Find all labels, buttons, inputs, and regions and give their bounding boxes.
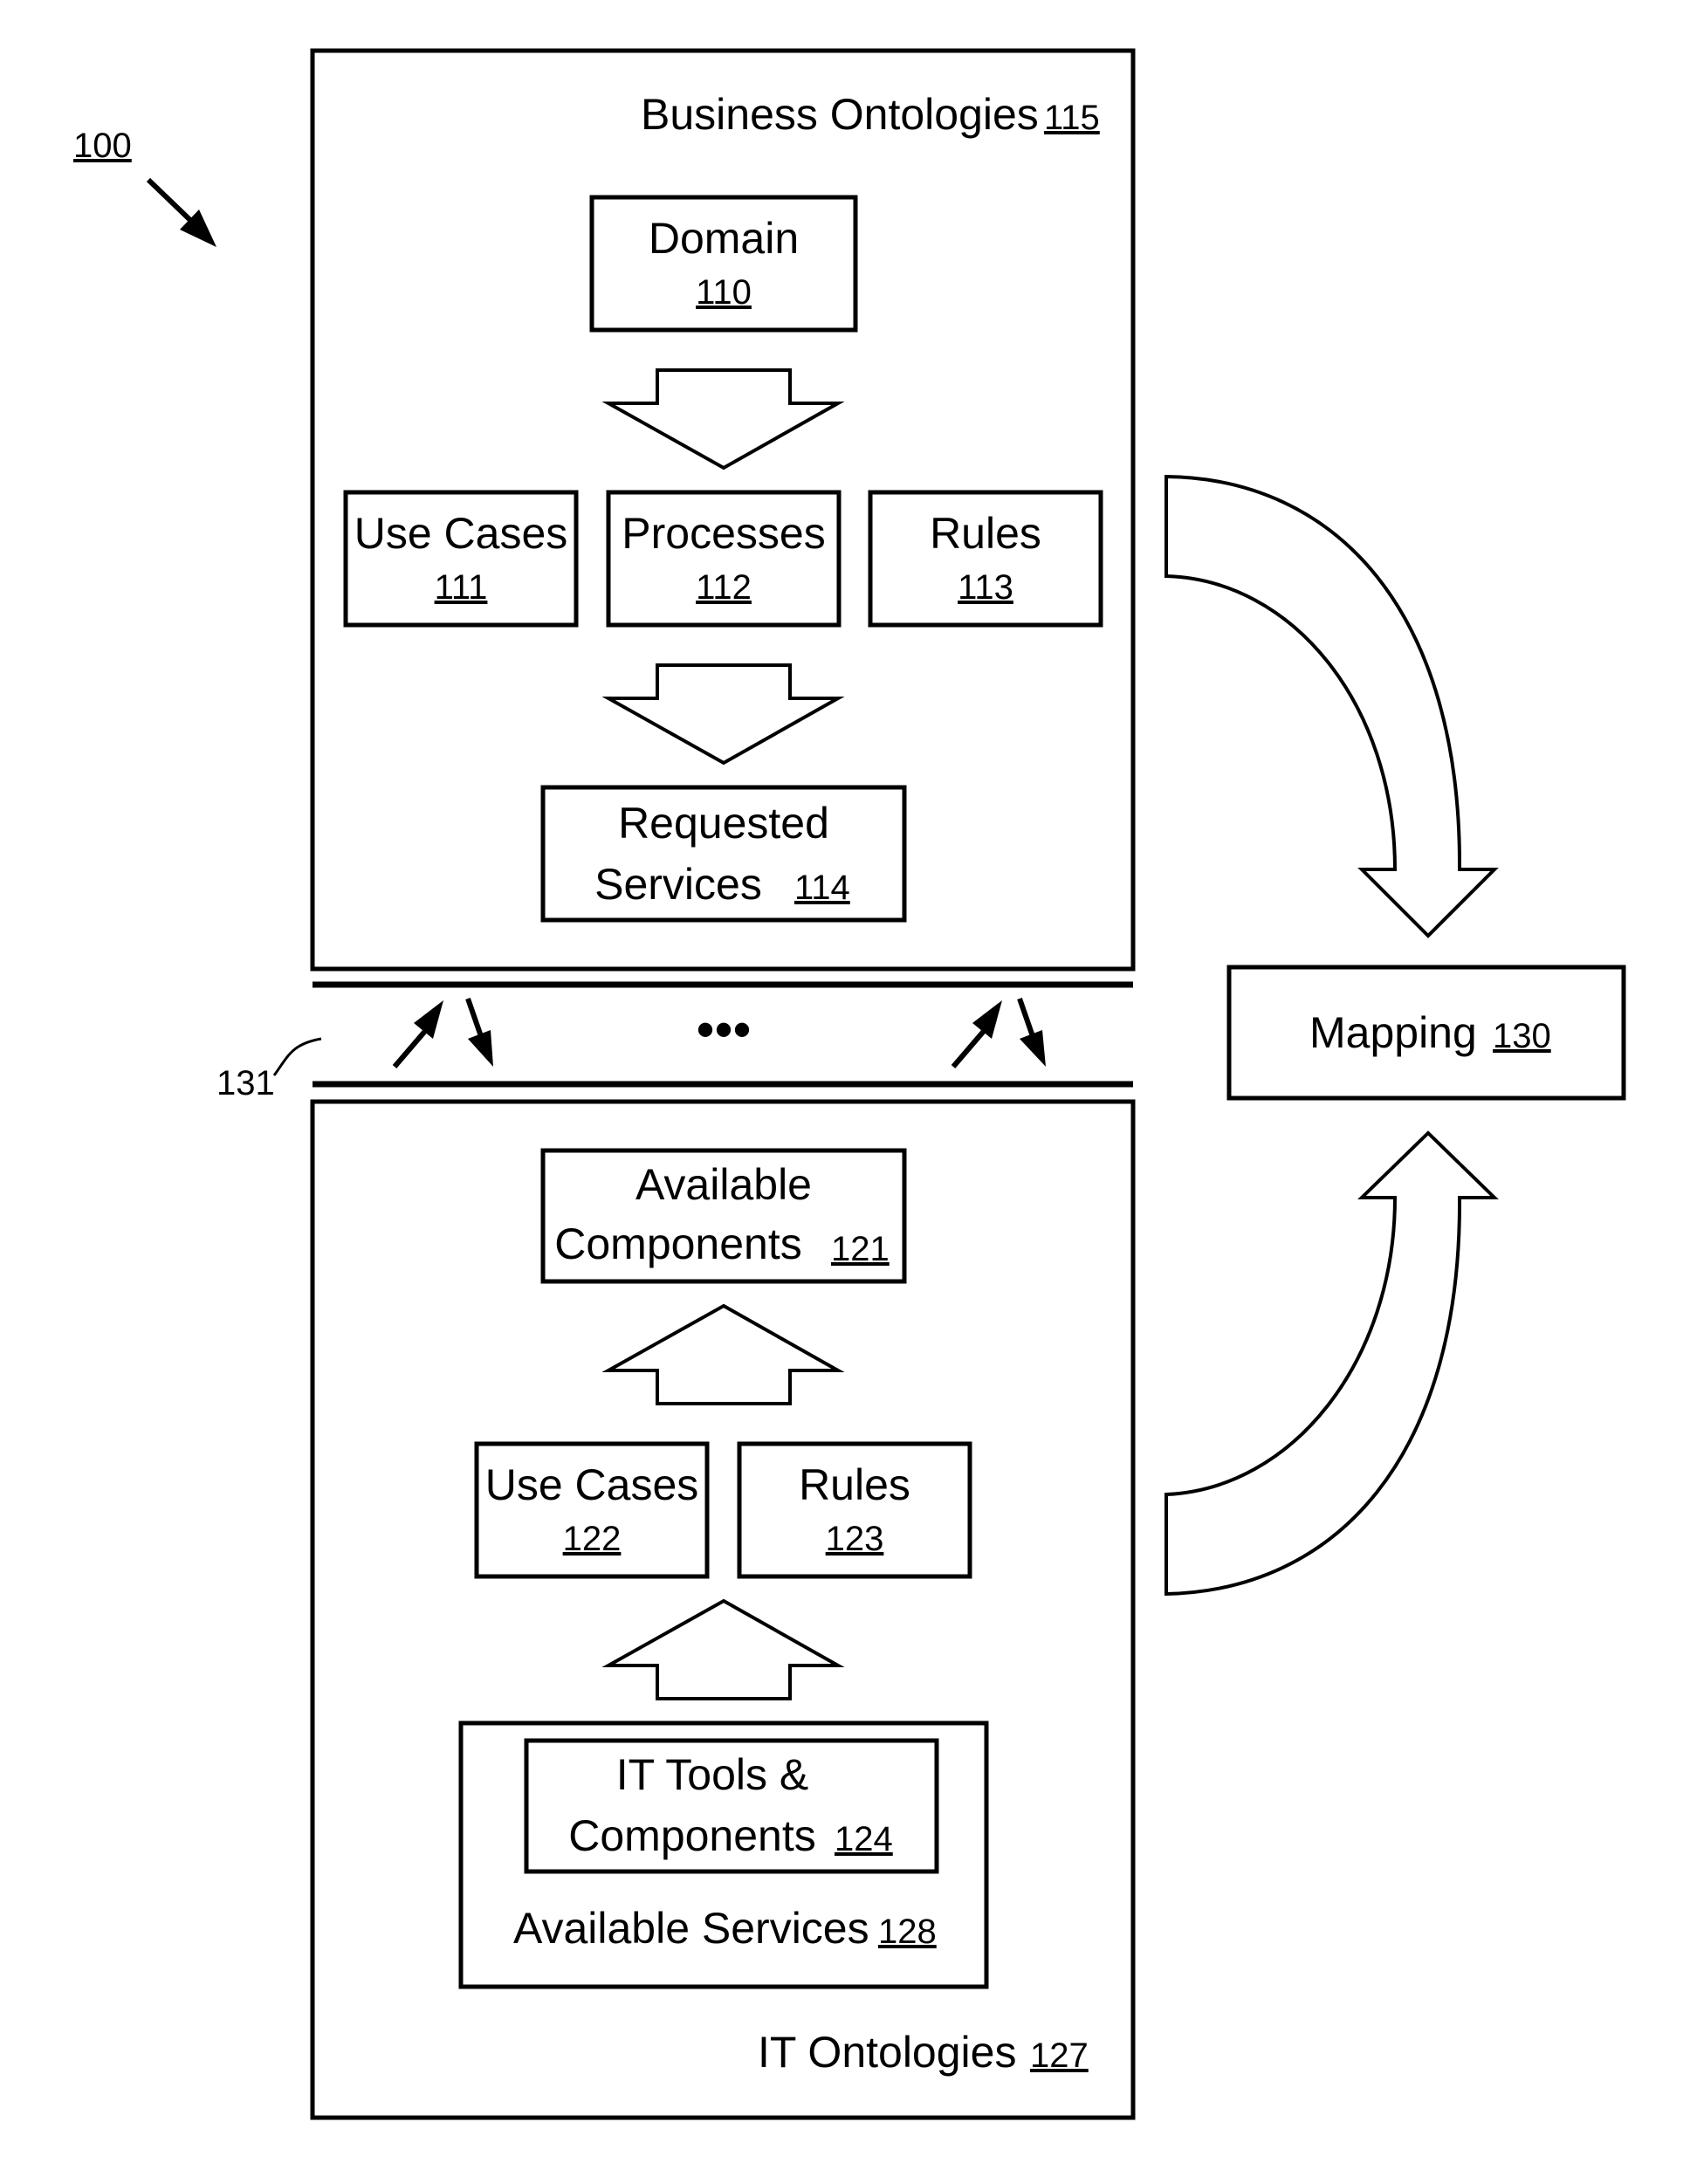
figure-ref: 100 [73,127,132,165]
rules-113-label: Rules [930,509,1041,558]
requested-services-line1: Requested [618,799,829,848]
available-services-num: 128 [878,1913,937,1951]
available-components-line1: Available [635,1160,812,1209]
it-tools-num: 124 [835,1820,893,1858]
use-cases-122-num: 122 [563,1520,622,1558]
business-ontologies-num: 115 [1044,99,1100,137]
it-ontologies-title: IT Ontologies [758,2028,1016,2077]
mapping-num: 130 [1493,1017,1551,1055]
requested-services-line2: Services [594,860,762,909]
use-cases-122-label: Use Cases [485,1460,699,1509]
interface-leader [272,1037,322,1076]
down-arrow-icon [465,998,493,1067]
rules-113-num: 113 [958,568,1013,607]
processes-num: 112 [696,568,752,607]
ontology-diagram: 100 Business Ontologies 115 Domain 110 U… [73,48,1626,2120]
available-services-label: Available Services [513,1904,869,1953]
up-arrow-icon [951,1000,1002,1068]
curved-arrow-down-icon [1164,474,1499,938]
figure-ref-arrow [146,177,216,247]
it-tools-line1: IT Tools & [616,1750,808,1799]
use-cases-111-num: 111 [435,568,488,607]
available-components-num: 121 [831,1230,890,1268]
domain-label: Domain [649,214,799,263]
rules-123-num: 123 [826,1520,884,1558]
requested-services-num: 114 [794,869,850,907]
domain-num: 110 [696,273,752,312]
curved-arrow-up-icon [1164,1130,1499,1597]
ellipsis: ••• [696,1000,751,1059]
business-ontologies-title: Business Ontologies [641,90,1039,139]
it-ontologies-num: 127 [1030,2036,1089,2075]
down-arrow-icon [1017,998,1046,1067]
rules-123-label: Rules [799,1460,910,1509]
processes-label: Processes [622,509,825,558]
it-tools-line2: Components [568,1811,816,1860]
use-cases-111-label: Use Cases [354,509,568,558]
available-components-line2: Components [554,1219,802,1268]
interface-ref: 131 [216,1064,275,1102]
up-arrow-icon [392,1000,443,1068]
mapping-label: Mapping [1309,1008,1477,1057]
